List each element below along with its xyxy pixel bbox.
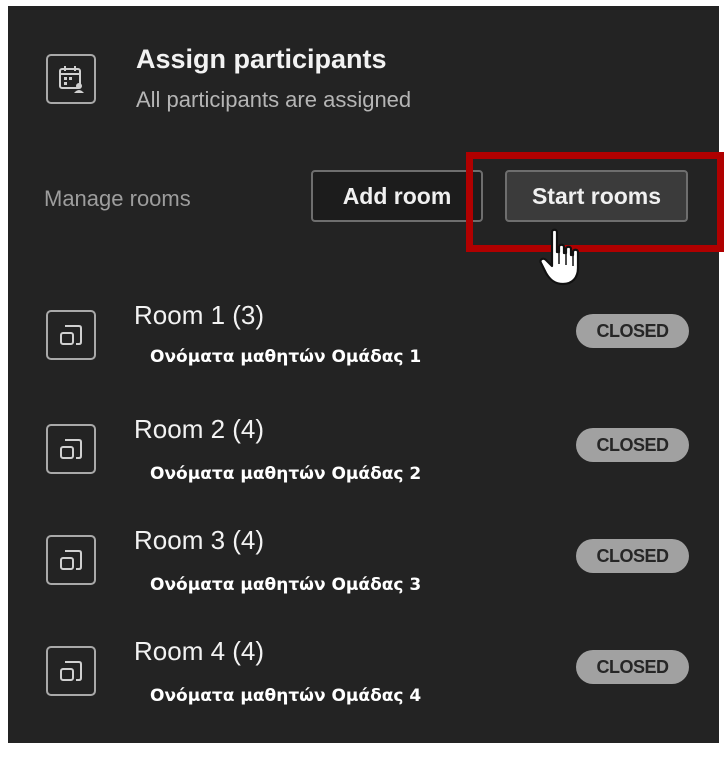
room-members-text: Ονόματα μαθητών Ομάδας 2 xyxy=(150,464,422,484)
status-badge: CLOSED xyxy=(576,314,689,348)
manage-rooms-label: Manage rooms xyxy=(44,186,191,211)
calendar-people-icon[interactable] xyxy=(46,54,96,104)
status-badge: CLOSED xyxy=(576,650,689,684)
room-name: Room 1 (3) xyxy=(134,300,265,330)
room-members-text: Ονόματα μαθητών Ομάδας 4 xyxy=(150,686,422,706)
room-row[interactable]: Room 4 (4) Ονόματα μαθητών Ομάδας 4 CLOS… xyxy=(8,636,719,746)
assign-status-text: All participants are assigned xyxy=(136,87,412,112)
room-row[interactable]: Room 3 (4) Ονόματα μαθητών Ομάδας 3 CLOS… xyxy=(8,525,719,635)
room-name: Room 4 (4) xyxy=(134,636,265,666)
room-name: Room 2 (4) xyxy=(134,414,265,444)
breakout-room-icon xyxy=(46,646,96,696)
room-name: Room 3 (4) xyxy=(134,525,265,555)
hand-pointer-cursor-icon xyxy=(539,228,580,286)
status-badge: CLOSED xyxy=(576,428,689,462)
assign-participants-title[interactable]: Assign participants xyxy=(136,44,387,75)
add-room-button[interactable]: Add room xyxy=(311,170,483,222)
status-badge: CLOSED xyxy=(576,539,689,573)
breakout-room-icon xyxy=(46,424,96,474)
room-members-text: Ονόματα μαθητών Ομάδας 1 xyxy=(150,347,422,367)
breakout-room-icon xyxy=(46,535,96,585)
breakout-rooms-panel: Assign participants All participants are… xyxy=(8,6,724,746)
room-row[interactable]: Room 2 (4) Ονόματα μαθητών Ομάδας 2 CLOS… xyxy=(8,414,719,524)
breakout-room-icon xyxy=(46,310,96,360)
start-rooms-button[interactable]: Start rooms xyxy=(505,170,688,222)
room-members-text: Ονόματα μαθητών Ομάδας 3 xyxy=(150,575,422,595)
room-row[interactable]: Room 1 (3) Ονόματα μαθητών Ομάδας 1 CLOS… xyxy=(8,300,719,410)
